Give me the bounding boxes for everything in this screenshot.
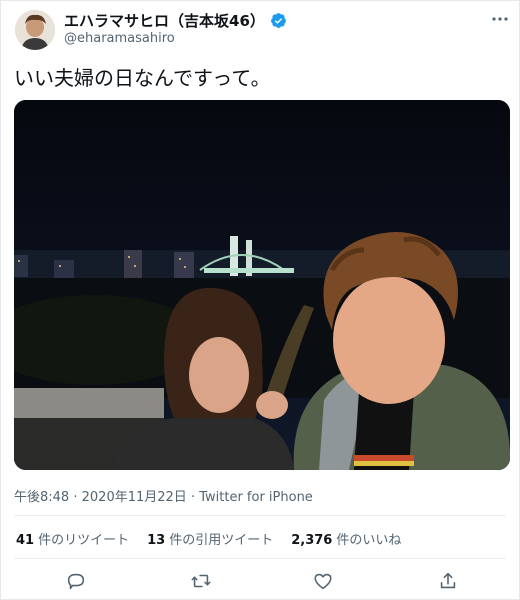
tweet-date[interactable]: 2020年11月22日 [82, 490, 187, 505]
author-row[interactable]: エハラマサヒロ（吉本坂46） [64, 10, 287, 31]
like-count[interactable]: 2,376 件のいいね [291, 529, 401, 548]
avatar[interactable] [15, 10, 55, 50]
meta-separator: · [190, 490, 196, 505]
divider [14, 515, 506, 516]
tweet-time[interactable]: 午後8:48 [14, 490, 69, 505]
tweet-source-link[interactable]: Twitter for iPhone [199, 490, 313, 505]
meta-separator: · [73, 490, 78, 505]
retweet-count[interactable]: 41 件のリツイート [16, 529, 129, 548]
more-options-icon[interactable] [490, 12, 510, 26]
tweet-actions [0, 566, 520, 596]
retweet-icon[interactable] [190, 570, 212, 592]
tweet-text: いい夫婦の日なんですって。 [14, 66, 271, 90]
divider [14, 558, 506, 559]
reply-icon[interactable] [65, 570, 87, 592]
quote-tweet-count[interactable]: 13 件の引用ツイート [147, 529, 273, 548]
tweet-stats: 41 件のリツイート 13 件の引用ツイート 2,376 件のいいね [16, 529, 401, 548]
author-handle[interactable]: @eharamasahiro [64, 31, 175, 46]
tweet-meta: 午後8:48 · 2020年11月22日 · Twitter for iPhon… [14, 486, 313, 505]
tweet-photo[interactable] [14, 100, 510, 470]
night-selfie-image [14, 100, 510, 470]
author-name[interactable]: エハラマサヒロ（吉本坂46） [64, 10, 265, 31]
share-icon[interactable] [437, 570, 459, 592]
like-icon[interactable] [312, 570, 334, 592]
verified-badge-icon [270, 13, 286, 28]
